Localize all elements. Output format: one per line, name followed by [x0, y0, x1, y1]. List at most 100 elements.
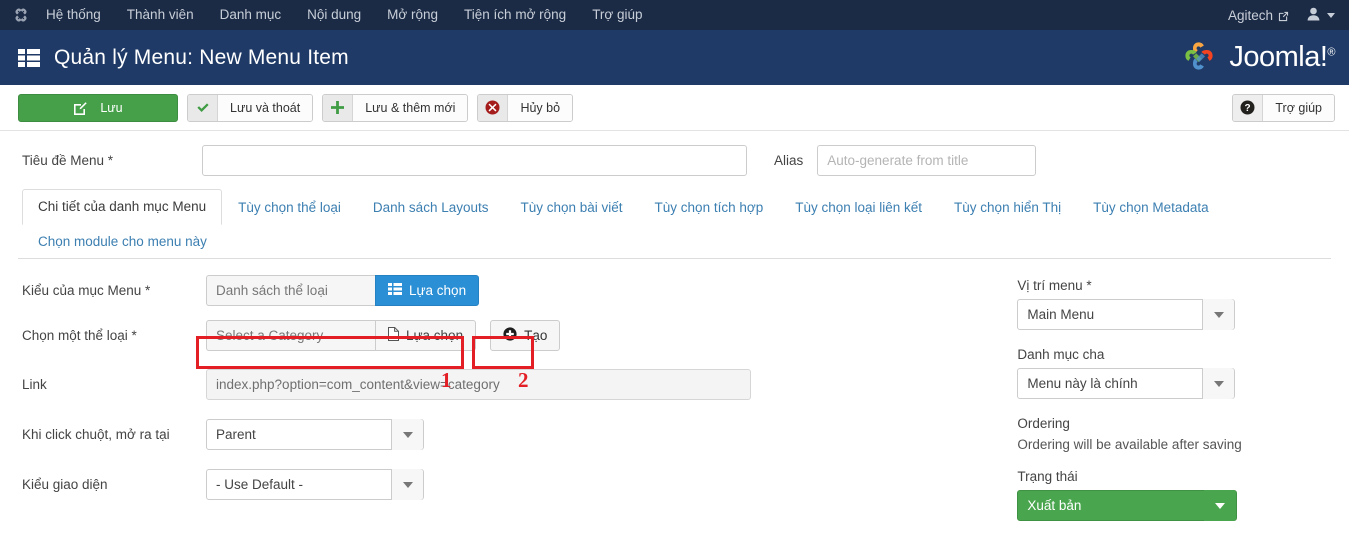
menu-location-select[interactable]: Main Menu — [1017, 299, 1236, 330]
status-select[interactable]: Xuất bản — [1017, 490, 1238, 521]
menu-list-icon — [18, 48, 40, 67]
ordering-hint-text: Ordering will be available after saving — [1017, 437, 1242, 452]
cancel-label: Hủy bỏ — [508, 94, 573, 121]
form-right-column: Vị trí menu * Main Menu Danh mục cha Men… — [999, 275, 1331, 538]
chevron-down-icon — [1202, 299, 1235, 330]
create-category-button[interactable]: Tạo — [490, 320, 561, 351]
alias-input[interactable] — [817, 144, 1037, 176]
joomla-logo-icon — [1179, 36, 1219, 79]
pencil-square-icon — [73, 101, 88, 115]
save-and-close-button[interactable]: Lưu và thoát — [187, 93, 314, 122]
select-category-button[interactable]: Lựa chọn — [375, 320, 477, 351]
tab-tuy-chon-bai-viet[interactable]: Tùy chọn bài viết — [504, 190, 638, 225]
template-style-label: Kiểu giao diện — [22, 477, 108, 492]
tab-danh-sach-layouts[interactable]: Danh sách Layouts — [357, 190, 505, 225]
page-header-bar: Quản lý Menu: New Menu Item Joomla!® — [0, 30, 1349, 85]
joomla-logo: Joomla!® — [1179, 36, 1335, 79]
help-label: Trợ giúp — [1263, 94, 1334, 121]
save-and-close-label: Lưu và thoát — [218, 94, 313, 121]
chevron-down-icon — [1204, 490, 1237, 521]
chevron-down-icon — [391, 419, 423, 450]
top-navigation-items: Hệ thống Thành viên Danh mục Nội dung Mở… — [46, 0, 643, 30]
tab-tuy-chon-the-loai[interactable]: Tùy chọn thể loại — [222, 190, 357, 225]
file-icon — [388, 327, 399, 344]
save-and-new-button[interactable]: Lưu & thêm mới — [322, 93, 469, 122]
menu-item-type-value: Danh sách thể loại — [206, 275, 375, 306]
link-row: Link index.php?option=com_content&view=c… — [18, 369, 999, 400]
save-button-label: Lưu — [100, 100, 123, 115]
menu-item-type-select-label: Lựa chọn — [409, 283, 467, 298]
page-title: Quản lý Menu: New Menu Item — [54, 45, 349, 69]
parent-item-block: Danh mục cha Menu này là chính — [1017, 347, 1331, 399]
menu-title-input[interactable] — [202, 144, 747, 176]
status-value: Xuất bản — [1027, 498, 1082, 513]
tab-tuy-chon-hien-thi[interactable]: Tùy chọn hiển Thị — [938, 190, 1077, 225]
target-window-label: Khi click chuột, mở ra tại — [22, 427, 170, 442]
target-window-row: Khi click chuột, mở ra tại Parent — [18, 419, 999, 450]
plus-circle-icon — [503, 327, 517, 344]
site-name-label: Agitech — [1227, 7, 1273, 23]
svg-text:?: ? — [1245, 103, 1251, 114]
nav-item-tien-ich-mo-rong[interactable]: Tiện ích mở rộng — [464, 0, 566, 30]
select-category-button-label: Lựa chọn — [406, 328, 464, 343]
save-button[interactable]: Lưu — [18, 93, 178, 122]
plus-icon — [323, 94, 354, 121]
tab-tuy-chon-tich-hop[interactable]: Tùy chọn tích hợp — [639, 190, 780, 225]
parent-item-value: Menu này là chính — [1027, 376, 1138, 391]
save-and-new-label: Lưu & thêm mới — [353, 94, 468, 121]
tab-tuy-chon-metadata[interactable]: Tùy chọn Metadata — [1077, 190, 1225, 225]
menu-location-label: Vị trí menu * — [1017, 278, 1092, 293]
nav-item-he-thong[interactable]: Hệ thống — [46, 0, 101, 30]
template-style-row: Kiểu giao diện - Use Default - — [18, 469, 999, 500]
user-icon — [1307, 7, 1320, 24]
alias-label: Alias — [774, 152, 804, 168]
status-label: Trạng thái — [1017, 469, 1078, 484]
cancel-button[interactable]: Hủy bỏ — [477, 93, 574, 122]
ordering-block: Ordering Ordering will be available afte… — [1017, 416, 1331, 452]
nav-item-mo-rong[interactable]: Mở rộng — [387, 0, 438, 30]
target-window-select[interactable]: Parent — [206, 419, 424, 450]
chevron-down-icon — [1202, 368, 1235, 399]
help-button[interactable]: ? Trợ giúp — [1232, 93, 1335, 122]
chevron-down-icon — [1327, 12, 1335, 18]
tab-tuy-chon-loai-lien-ket[interactable]: Tùy chọn loại liên kết — [779, 190, 938, 225]
check-icon — [188, 94, 218, 121]
nav-item-danh-muc[interactable]: Danh mục — [220, 0, 282, 30]
user-menu[interactable] — [1307, 7, 1335, 24]
toolbar: Lưu Lưu và thoát Lưu & thêm mới Hủy bỏ ?… — [0, 85, 1349, 131]
menu-item-type-label: Kiểu của mục Menu * — [22, 283, 151, 298]
link-label: Link — [22, 377, 47, 392]
top-navigation-bar: Hệ thống Thành viên Danh mục Nội dung Mở… — [0, 0, 1349, 30]
ordering-label: Ordering — [1017, 416, 1070, 431]
cancel-circle-icon — [478, 94, 509, 121]
template-style-select[interactable]: - Use Default - — [206, 469, 424, 500]
tab-chon-module-cho-menu-nay[interactable]: Chọn module cho menu này — [22, 224, 282, 259]
parent-item-select[interactable]: Menu này là chính — [1017, 368, 1236, 399]
select-category-row: Chọn một thể loại * Select a Category Lự… — [18, 320, 999, 351]
template-style-value: - Use Default - — [216, 477, 304, 492]
create-category-button-label: Tạo — [524, 328, 548, 343]
select-category-label: Chọn một thể loại * — [22, 328, 137, 343]
nav-item-tro-giup[interactable]: Trợ giúp — [592, 0, 642, 30]
menu-title-label: Tiêu đề Menu * — [22, 152, 114, 168]
form-left-column: Kiểu của mục Menu * Danh sách thể loại L… — [18, 275, 999, 538]
tab-chi-tiet-danh-muc-menu[interactable]: Chi tiết của danh mục Menu — [22, 189, 223, 225]
menu-item-type-select-button[interactable]: Lựa chọn — [375, 275, 480, 306]
site-preview-link[interactable]: Agitech — [1228, 8, 1289, 23]
top-navigation-right: Agitech — [1228, 7, 1335, 24]
parent-item-label: Danh mục cha — [1017, 347, 1105, 362]
menu-item-type-field: Danh sách thể loại Lựa chọn — [206, 275, 480, 306]
menu-item-type-row: Kiểu của mục Menu * Danh sách thể loại L… — [18, 275, 999, 306]
nav-item-thanh-vien[interactable]: Thành viên — [127, 0, 194, 30]
question-circle-icon: ? — [1233, 94, 1264, 121]
external-link-icon — [1278, 10, 1289, 21]
page-content: Tiêu đề Menu * Alias Chi tiết của danh m… — [0, 131, 1349, 538]
list-icon — [388, 283, 402, 298]
joomla-mark-icon[interactable] — [10, 4, 32, 26]
title-alias-row: Tiêu đề Menu * Alias — [18, 131, 1331, 189]
link-value: index.php?option=com_content&view=catego… — [206, 369, 751, 400]
joomla-brand-text: Joomla!® — [1229, 41, 1335, 73]
brand-registered-mark: ® — [1327, 46, 1335, 59]
nav-item-noi-dung[interactable]: Nội dung — [307, 0, 361, 30]
tab-bar: Chi tiết của danh mục Menu Tùy chọn thể … — [18, 189, 1331, 259]
